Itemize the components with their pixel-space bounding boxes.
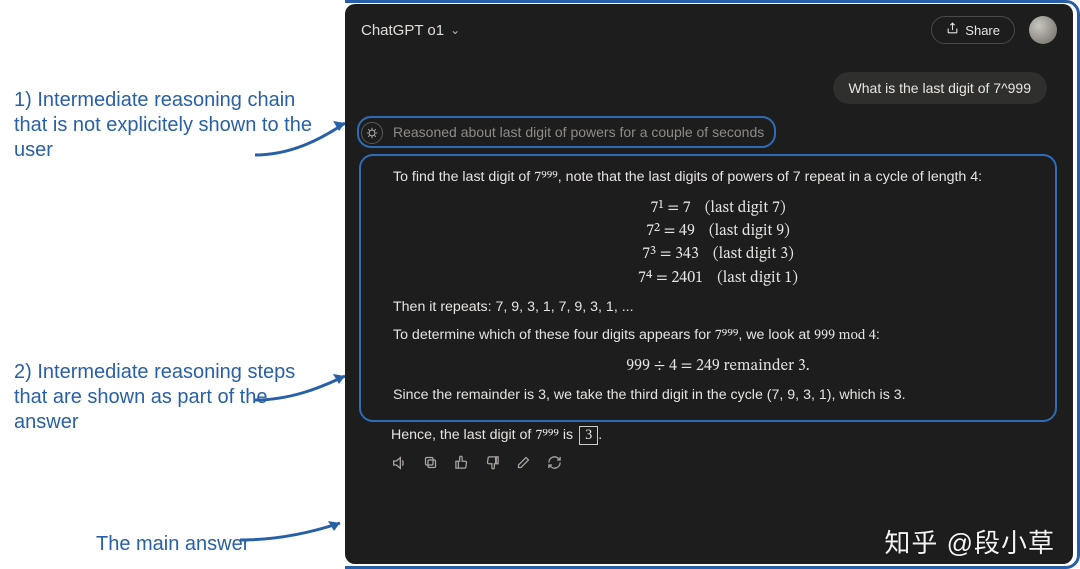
avatar[interactable]	[1029, 16, 1057, 44]
annotation-1: 1) Intermediate reasoning chain that is …	[14, 88, 324, 163]
reasoning-summary[interactable]: Reasoned about last digit of powers for …	[393, 122, 764, 142]
answer-intro: To find the last digit of 7⁹⁹⁹, note tha…	[393, 166, 1043, 189]
topbar-actions: Share	[931, 16, 1057, 44]
reasoning-highlight-box: Reasoned about last digit of powers for …	[357, 116, 776, 148]
copy-icon[interactable]	[423, 455, 438, 475]
answer-final: Hence, the last digit of 7⁹⁹⁹ is 3.	[391, 426, 1047, 445]
share-label: Share	[965, 23, 1000, 38]
topbar: ChatGPT o1 ⌄ Share	[345, 4, 1073, 52]
user-message: What is the last digit of 7^999	[833, 72, 1047, 104]
message-actions	[391, 455, 1073, 475]
share-button[interactable]: Share	[931, 16, 1015, 44]
user-message-row: What is the last digit of 7^999	[345, 52, 1073, 116]
arrow-3	[235, 515, 355, 555]
math-block-cycle: 7¹ = 7(last digit 7) 7² = 49(last digit …	[393, 197, 1043, 290]
edit-icon[interactable]	[516, 455, 531, 475]
chevron-down-icon: ⌄	[450, 23, 460, 37]
answer-body-highlight: To find the last digit of 7⁹⁹⁹, note tha…	[359, 154, 1057, 422]
annotation-panel: 1) Intermediate reasoning chain that is …	[0, 0, 345, 569]
answer-since: Since the remainder is 3, we take the th…	[393, 384, 1043, 406]
model-name: ChatGPT o1	[361, 22, 444, 39]
answer-repeat: Then it repeats: 7, 9, 3, 1, 7, 9, 3, 1,…	[393, 296, 1043, 318]
watermark: 知乎 @段小草	[884, 523, 1055, 560]
audio-icon[interactable]	[391, 455, 407, 475]
chat-window: ChatGPT o1 ⌄ Share What is the last digi…	[345, 4, 1073, 564]
boxed-answer: 3	[579, 426, 598, 445]
model-selector[interactable]: ChatGPT o1 ⌄	[361, 22, 460, 39]
math-inline: 7⁹⁹⁹	[534, 171, 558, 185]
annotation-2: 2) Intermediate reasoning steps that are…	[14, 360, 324, 435]
share-icon	[946, 22, 959, 38]
annotation-3: The main answer	[96, 532, 249, 557]
math-block-division: 999 ÷ 4 = 249 remainder 3.	[393, 355, 1043, 378]
openai-logo-icon	[361, 122, 383, 144]
thumbs-down-icon[interactable]	[485, 455, 500, 475]
answer-determine: To determine which of these four digits …	[393, 324, 1043, 347]
thumbs-up-icon[interactable]	[454, 455, 469, 475]
reasoning-summary-row: Reasoned about last digit of powers for …	[345, 116, 1073, 148]
regenerate-icon[interactable]	[547, 455, 562, 475]
